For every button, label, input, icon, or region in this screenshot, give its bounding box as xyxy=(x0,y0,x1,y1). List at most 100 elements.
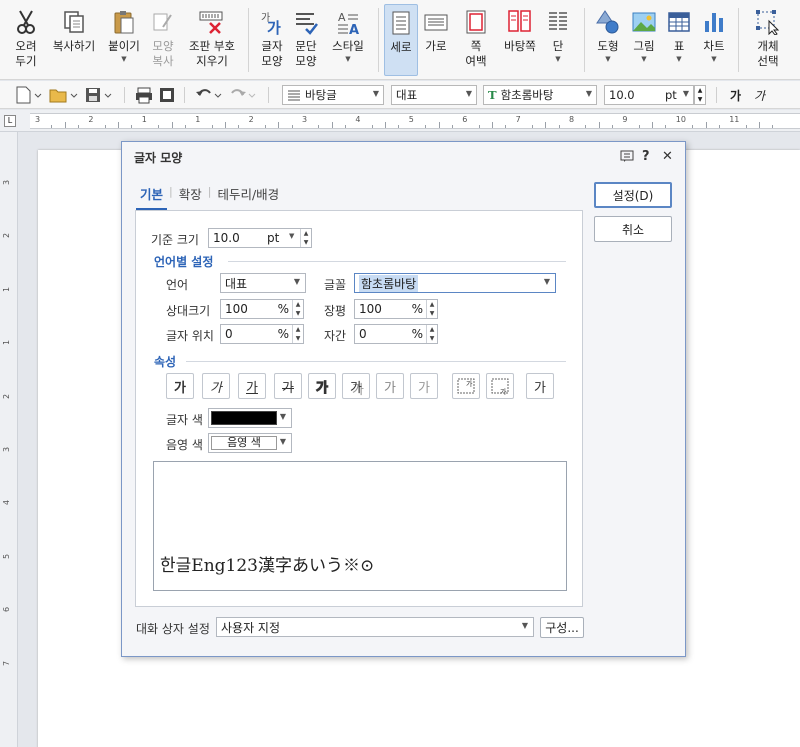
strikethrough-attr-button[interactable]: 가 xyxy=(274,373,302,399)
toolbar-divider xyxy=(124,87,125,103)
horizontal-ruler[interactable]: L 3 2 1 1 2 3 4 5 6 7 8 9 10 11 xyxy=(0,110,800,132)
style-button[interactable]: AA 스타일 ▼ xyxy=(326,4,370,76)
print-button[interactable] xyxy=(134,85,154,105)
para-shape-label-1: 문단 xyxy=(295,39,317,53)
ruler-number: 11 xyxy=(729,115,740,124)
rel-size-stepper[interactable]: ▲ ▼ xyxy=(292,300,303,318)
ruler-number: 2 xyxy=(2,233,12,239)
landscape-button[interactable]: 가로 xyxy=(420,4,452,76)
ruler-tick xyxy=(652,122,654,128)
shapes-dropdown-icon[interactable]: ▼ xyxy=(605,54,610,64)
rel-size-input[interactable]: 100 % ▲ ▼ xyxy=(220,299,304,319)
bold-button[interactable]: 가 xyxy=(730,85,741,105)
ruler-number: 2 xyxy=(2,393,12,399)
margins-label-2: 여백 xyxy=(465,54,487,68)
base-size-stepper[interactable]: ▲ ▼ xyxy=(300,229,311,247)
ribbon-divider xyxy=(738,8,739,72)
margins-button[interactable]: 쪽 여백 xyxy=(456,4,496,76)
emboss-attr-button[interactable]: 가 xyxy=(376,373,404,399)
char-pos-stepper[interactable]: ▲ ▼ xyxy=(292,325,303,343)
char-pos-unit: % xyxy=(277,327,289,341)
ruler-tick xyxy=(184,125,186,128)
tab-divider: | xyxy=(207,185,212,198)
master-page-button[interactable]: 바탕쪽 xyxy=(500,4,540,76)
tab-extended[interactable]: 확장 xyxy=(175,184,206,203)
language-combo[interactable]: 대표 ▼ xyxy=(391,85,477,105)
text-color-picker[interactable]: ▼ xyxy=(208,408,292,428)
configure-button[interactable]: 구성... xyxy=(540,617,584,638)
columns-dropdown-icon[interactable]: ▼ xyxy=(555,54,560,64)
italic-button[interactable]: 가 xyxy=(754,85,765,105)
engrave-attr-button[interactable]: 가 xyxy=(410,373,438,399)
chart-dropdown-icon[interactable]: ▼ xyxy=(711,54,716,64)
stepper-up-icon[interactable]: ▲ xyxy=(698,86,703,95)
lang-select[interactable]: 대표 ▼ xyxy=(220,273,306,293)
clear-code-button[interactable]: 조판 부호 지우기 xyxy=(184,4,240,76)
ratio-stepper[interactable]: ▲ ▼ xyxy=(426,300,437,318)
underline-attr-button[interactable]: 가 xyxy=(238,373,266,399)
help-question-icon[interactable]: ? xyxy=(642,149,650,164)
chart-button[interactable]: 차트 ▼ xyxy=(698,4,730,76)
bold-attr-button[interactable]: 가 xyxy=(166,373,194,399)
char-shape-button[interactable]: 가가 글자 모양 xyxy=(256,4,288,76)
table-button[interactable]: 표 ▼ xyxy=(664,4,694,76)
normal-attr-button[interactable]: 가 xyxy=(526,373,554,399)
printer-icon xyxy=(136,87,152,104)
char-pos-input[interactable]: 0 % ▲ ▼ xyxy=(220,324,304,344)
para-shape-button[interactable]: 문단 모양 xyxy=(290,4,322,76)
tab-basic[interactable]: 기본 xyxy=(136,184,168,210)
dialog-help-info-icon[interactable] xyxy=(620,149,634,167)
shapes-button[interactable]: 도형 ▼ xyxy=(592,4,624,76)
picture-label: 그림 xyxy=(633,39,655,53)
new-document-button[interactable] xyxy=(14,85,42,105)
redo-button[interactable] xyxy=(228,85,258,105)
shade-color-picker[interactable]: 음영 색 ▼ xyxy=(208,433,292,453)
vertical-ruler[interactable]: 3 2 1 1 2 3 4 5 6 7 xyxy=(0,132,18,747)
paste-button[interactable]: 붙이기 ▼ xyxy=(104,4,144,76)
font-select[interactable]: 함초롬바탕 ▼ xyxy=(354,273,556,293)
subscript-attr-button[interactable]: 가 xyxy=(486,373,514,399)
stepper-down-icon[interactable]: ▼ xyxy=(698,95,703,104)
paste-dropdown-icon[interactable]: ▼ xyxy=(121,54,126,64)
outline-attr-button[interactable]: 가 xyxy=(308,373,336,399)
char-pos-value: 0 xyxy=(225,327,233,341)
ok-button[interactable]: 설정(D) xyxy=(594,182,672,208)
italic-attr-button[interactable]: 가 xyxy=(202,373,230,399)
superscript-icon: 가 xyxy=(457,378,475,394)
tab-border-background[interactable]: 테두리/배경 xyxy=(213,184,283,203)
close-icon[interactable]: ✕ xyxy=(662,149,673,164)
spacing-input[interactable]: 0 % ▲ ▼ xyxy=(354,324,438,344)
preview-button[interactable] xyxy=(158,85,176,105)
chevron-down-icon[interactable]: ▼ xyxy=(289,232,294,240)
font-size-combo[interactable]: 10.0 pt ▼ xyxy=(604,85,694,105)
picture-button[interactable]: 그림 ▼ xyxy=(628,4,660,76)
superscript-attr-button[interactable]: 가 xyxy=(452,373,480,399)
table-dropdown-icon[interactable]: ▼ xyxy=(676,54,681,64)
cancel-button[interactable]: 취소 xyxy=(594,216,672,242)
save-button[interactable] xyxy=(84,85,114,105)
master-page-label: 바탕쪽 xyxy=(504,39,536,53)
tab-type-icon[interactable]: L xyxy=(4,115,16,127)
ratio-input[interactable]: 100 % ▲ ▼ xyxy=(354,299,438,319)
font-size-stepper[interactable]: ▲ ▼ xyxy=(694,85,706,105)
style-dropdown-icon[interactable]: ▼ xyxy=(345,54,350,64)
clear-code-label-1: 조판 부호 xyxy=(189,39,235,53)
font-combo[interactable]: T 함초롬바탕 ▼ xyxy=(483,85,597,105)
columns-button[interactable]: 단 ▼ xyxy=(542,4,574,76)
char-shape-label-2: 모양 xyxy=(261,54,283,68)
style-combo[interactable]: 바탕글 ▼ xyxy=(282,85,384,105)
shadow-attr-button[interactable]: 가 xyxy=(342,373,370,399)
dialog-settings-select[interactable]: 사용자 지정 ▼ xyxy=(216,617,534,637)
ribbon: 오려 두기 복사하기 붙이기 ▼ 모양 복사 조판 부호 지우기 가가 글자 모… xyxy=(0,0,800,80)
undo-button[interactable] xyxy=(194,85,224,105)
cut-button[interactable]: 오려 두기 xyxy=(6,4,46,76)
format-copy-button[interactable]: 모양 복사 xyxy=(146,4,180,76)
copy-button[interactable]: 복사하기 xyxy=(50,4,98,76)
base-size-input[interactable]: 10.0 pt ▼ ▲ ▼ xyxy=(208,228,312,248)
emboss-glyph: 가 xyxy=(384,380,396,396)
open-button[interactable] xyxy=(48,85,78,105)
portrait-button[interactable]: 세로 xyxy=(384,4,418,76)
picture-dropdown-icon[interactable]: ▼ xyxy=(641,54,646,64)
spacing-stepper[interactable]: ▲ ▼ xyxy=(426,325,437,343)
object-select-button[interactable]: 개체 선택 xyxy=(748,4,788,76)
